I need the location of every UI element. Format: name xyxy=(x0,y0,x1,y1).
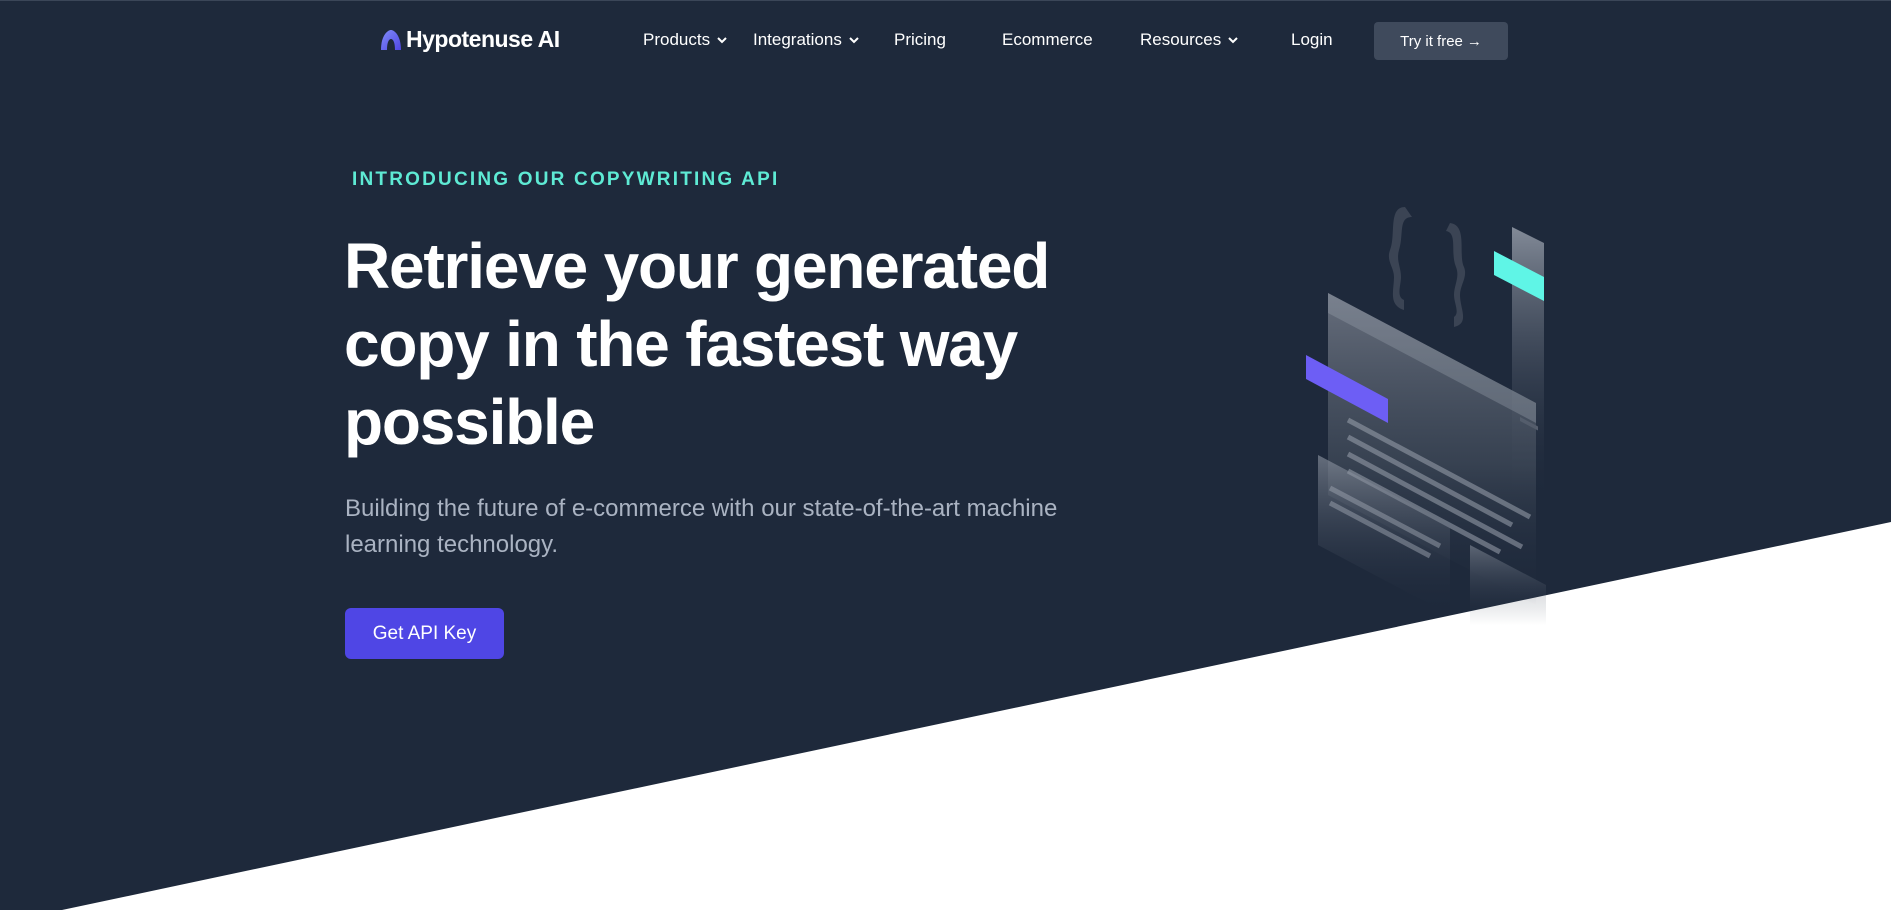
chevron-down-icon xyxy=(1228,37,1238,44)
hero-eyebrow: INTRODUCING OUR COPYWRITING API xyxy=(352,169,780,190)
nav-item-products[interactable]: Products xyxy=(643,30,728,50)
top-navigation: Hypotenuse AI Products Integrations Pric… xyxy=(0,0,1891,84)
nav-label: Login xyxy=(1291,30,1333,49)
hero-subtext: Building the future of e-commerce with o… xyxy=(345,495,1058,558)
arrow-right-icon: → xyxy=(1466,32,1482,50)
code-window-illustration xyxy=(1306,207,1546,625)
curly-brace-right xyxy=(1446,223,1466,327)
nav-label: Products xyxy=(643,30,711,49)
chevron-down-icon xyxy=(717,37,727,44)
chevron-down-icon xyxy=(849,37,859,44)
curly-brace-left xyxy=(1388,207,1412,310)
nav-label: Resources xyxy=(1140,30,1222,49)
nav-item-pricing[interactable]: Pricing xyxy=(894,30,946,50)
nav-label: Ecommerce xyxy=(1002,30,1093,49)
hero-headline: Retrieve your generated copy in the fast… xyxy=(344,230,1050,458)
nav-item-login[interactable]: Login xyxy=(1291,30,1333,50)
nav-label: Integrations xyxy=(753,30,842,49)
brand-logo[interactable]: Hypotenuse AI xyxy=(380,26,560,53)
nav-item-resources[interactable]: Resources xyxy=(1140,30,1239,50)
arch-logo-icon xyxy=(381,29,401,50)
nav-label: Pricing xyxy=(894,30,946,49)
nav-item-integrations[interactable]: Integrations xyxy=(753,30,860,50)
brand-name: Hypotenuse AI xyxy=(406,26,560,52)
get-api-key-button[interactable]: Get API Key xyxy=(345,608,504,659)
cta-label: Try it free xyxy=(1400,32,1463,50)
nav-item-ecommerce[interactable]: Ecommerce xyxy=(1002,30,1093,50)
try-it-free-button[interactable]: Try it free → xyxy=(1374,22,1508,60)
